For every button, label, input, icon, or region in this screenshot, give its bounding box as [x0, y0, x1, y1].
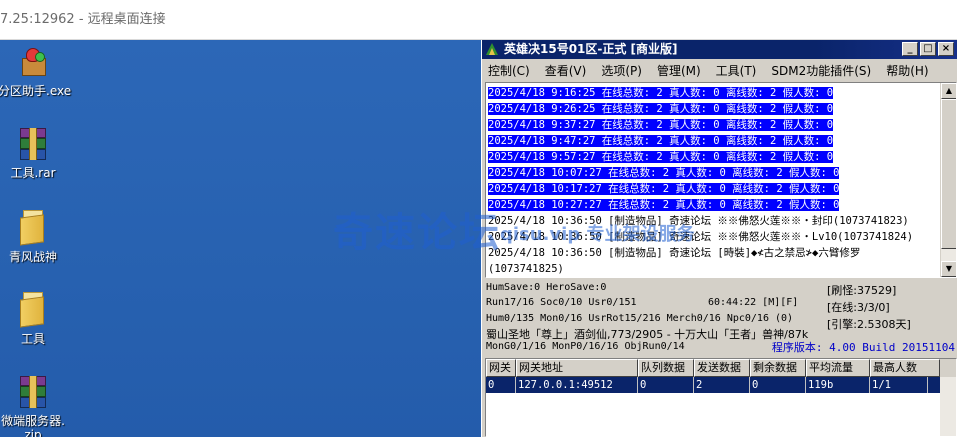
close-button[interactable]: ×	[938, 42, 954, 56]
desktop-icon-label: 微端服务器.	[1, 414, 65, 428]
cell-max-users: 1/1	[870, 377, 928, 393]
desktop-icon-label-ext: zip	[24, 428, 42, 437]
log-line: 2025/4/18 9:37:27 在线总数: 2 真人数: 0 离线数: 2 …	[488, 117, 943, 133]
col-remaining-data[interactable]: 剩余数据	[750, 359, 806, 377]
status-humsave: HumSave:0 HeroSave:0	[486, 282, 607, 293]
status-map-boss: 蜀山圣地「尊上」酒剑仙,773/2905 - 十万大山「王者」兽神/87k	[486, 328, 809, 341]
status-online: [在线:3/3/0]	[827, 301, 890, 314]
menu-bar: 控制(C) 查看(V) 选项(P) 管理(M) 工具(T) SDM2功能插件(S…	[482, 59, 957, 81]
minimize-button[interactable]: _	[902, 42, 918, 56]
log-panel[interactable]: 2025/4/18 9:16:25 在线总数: 2 真人数: 0 离线数: 2 …	[485, 82, 957, 278]
cell-gateway: 0	[486, 377, 516, 393]
desktop-icon-label: 分区助手.exe	[0, 84, 72, 98]
window-title-bar[interactable]: 英雄决15号01区-正式 [商业版] _ □ ×	[482, 40, 957, 59]
folder-icon	[20, 292, 46, 328]
table-row[interactable]: 0 127.0.0.1:49512 0 2 0 119b 1/1	[486, 377, 956, 393]
status-panel: HumSave:0 HeroSave:0 [刷怪:37529] Run17/16…	[485, 280, 957, 354]
col-gateway-address[interactable]: 网关地址	[516, 359, 638, 377]
menu-view[interactable]: 查看(V)	[545, 62, 587, 79]
gift-box-icon	[18, 48, 48, 78]
log-line-text: 2025/4/18 9:16:25 在线总数: 2 真人数: 0 离线数: 2 …	[488, 87, 834, 99]
gateway-table: 网关 网关地址 队列数据 发送数据 剩余数据 平均流量 最高人数 0 127.0…	[485, 358, 957, 437]
log-line: 2025/4/18 9:47:27 在线总数: 2 真人数: 0 离线数: 2 …	[488, 133, 943, 149]
folder-icon	[20, 210, 46, 246]
cell-address: 127.0.0.1:49512	[516, 377, 638, 393]
cell-queue: 0	[638, 377, 694, 393]
table-scrollbar[interactable]	[940, 377, 956, 436]
log-line-text: (1073741825)	[488, 263, 564, 275]
scroll-up-icon[interactable]: ▲	[941, 83, 956, 99]
log-line: 2025/4/18 9:57:27 在线总数: 2 真人数: 0 离线数: 2 …	[488, 149, 943, 165]
col-send-data[interactable]: 发送数据	[694, 359, 750, 377]
status-time: 60:44:22 [M][F]	[708, 297, 799, 308]
watermark: 奇速论坛	[333, 210, 501, 256]
status-engine: [引擎:2.5308天]	[827, 318, 911, 331]
log-line: 2025/4/18 10:27:27 在线总数: 2 真人数: 0 离线数: 2…	[488, 197, 943, 213]
desktop-icon-label: 工具.rar	[10, 166, 56, 180]
status-mon: MonG0/1/16 MonP0/16/16 ObjRun0/14	[486, 341, 685, 352]
menu-manage[interactable]: 管理(M)	[657, 62, 701, 79]
maximize-button[interactable]: □	[920, 42, 936, 56]
cell-avg-traffic: 119b	[806, 377, 870, 393]
log-line: 2025/4/18 10:36:50 [制造物品] 奇速论坛 [時裝]◆≮古之禁…	[488, 245, 943, 261]
winrar-icon	[20, 376, 46, 408]
scroll-down-icon[interactable]: ▼	[941, 261, 956, 277]
desktop-icon-microclient-zip[interactable]: 微端服务器. zip	[0, 376, 68, 437]
rdp-title: 7.25:12962 - 远程桌面连接	[0, 12, 166, 27]
log-scrollbar[interactable]: ▲ ▼	[940, 83, 956, 277]
app-logo-icon	[486, 43, 498, 55]
log-line-text: 2025/4/18 9:37:27 在线总数: 2 真人数: 0 离线数: 2 …	[488, 119, 834, 131]
col-queue-data[interactable]: 队列数据	[638, 359, 694, 377]
col-gateway[interactable]: 网关	[486, 359, 516, 377]
window-title: 英雄决15号01区-正式 [商业版]	[504, 42, 678, 56]
log-line: 2025/4/18 9:16:25 在线总数: 2 真人数: 0 离线数: 2 …	[488, 85, 943, 101]
rdp-title-bar: 7.25:12962 - 远程桌面连接	[0, 0, 957, 40]
desktop-icon-label: 青风战神	[8, 250, 57, 264]
log-line: 2025/4/18 10:17:27 在线总数: 2 真人数: 0 离线数: 2…	[488, 181, 943, 197]
desktop-icon-qingfeng[interactable]: 青风战神	[0, 210, 68, 265]
desktop-icon-tools-folder[interactable]: 工具	[0, 292, 68, 347]
log-line-text: 2025/4/18 9:47:27 在线总数: 2 真人数: 0 离线数: 2 …	[488, 135, 834, 147]
status-hum: Hum0/135 Mon0/16 UsrRot15/216 Merch0/16 …	[486, 313, 794, 324]
desktop-icon-partition-helper[interactable]: 分区助手.exe	[0, 48, 72, 99]
menu-tools[interactable]: 工具(T)	[716, 62, 757, 79]
menu-control[interactable]: 控制(C)	[488, 62, 530, 79]
log-line-text: 2025/4/18 9:57:27 在线总数: 2 真人数: 0 离线数: 2 …	[488, 151, 834, 163]
log-line: 2025/4/18 9:26:25 在线总数: 2 真人数: 0 离线数: 2 …	[488, 101, 943, 117]
winrar-icon	[20, 128, 46, 160]
status-run: Run17/16 Soc0/10 Usr0/151	[486, 297, 637, 308]
program-version: 程序版本: 4.00 Build 20151104	[771, 341, 955, 354]
log-line-text: 2025/4/18 10:27:27 在线总数: 2 真人数: 0 离线数: 2…	[488, 199, 840, 211]
menu-sdm2-plugins[interactable]: SDM2功能插件(S)	[771, 62, 871, 79]
status-refresh: [刷怪:37529]	[827, 284, 897, 297]
cell-remaining: 0	[750, 377, 806, 393]
col-max-users[interactable]: 最高人数	[870, 359, 940, 377]
menu-help[interactable]: 帮助(H)	[886, 62, 928, 79]
cell-send: 2	[694, 377, 750, 393]
col-avg-traffic[interactable]: 平均流量	[806, 359, 870, 377]
log-line-text: 2025/4/18 10:36:50 [制造物品] 奇速论坛 [時裝]◆≮古之禁…	[488, 247, 861, 259]
log-line: 2025/4/18 10:07:27 在线总数: 2 真人数: 0 离线数: 2…	[488, 165, 943, 181]
scroll-thumb[interactable]	[941, 99, 956, 249]
watermark-sub: qisu.vip 专业架设服务	[500, 224, 695, 245]
log-line-text: 2025/4/18 10:07:27 在线总数: 2 真人数: 0 离线数: 2…	[488, 167, 840, 179]
menu-options[interactable]: 选项(P)	[601, 62, 642, 79]
table-header: 网关 网关地址 队列数据 发送数据 剩余数据 平均流量 最高人数	[486, 359, 956, 377]
log-line-text: 2025/4/18 10:17:27 在线总数: 2 真人数: 0 离线数: 2…	[488, 183, 840, 195]
desktop-icon-tools-rar[interactable]: 工具.rar	[0, 128, 68, 181]
log-line-text: 2025/4/18 9:26:25 在线总数: 2 真人数: 0 离线数: 2 …	[488, 103, 834, 115]
desktop-icon-label: 工具	[20, 332, 45, 346]
log-line: (1073741825)	[488, 261, 943, 277]
